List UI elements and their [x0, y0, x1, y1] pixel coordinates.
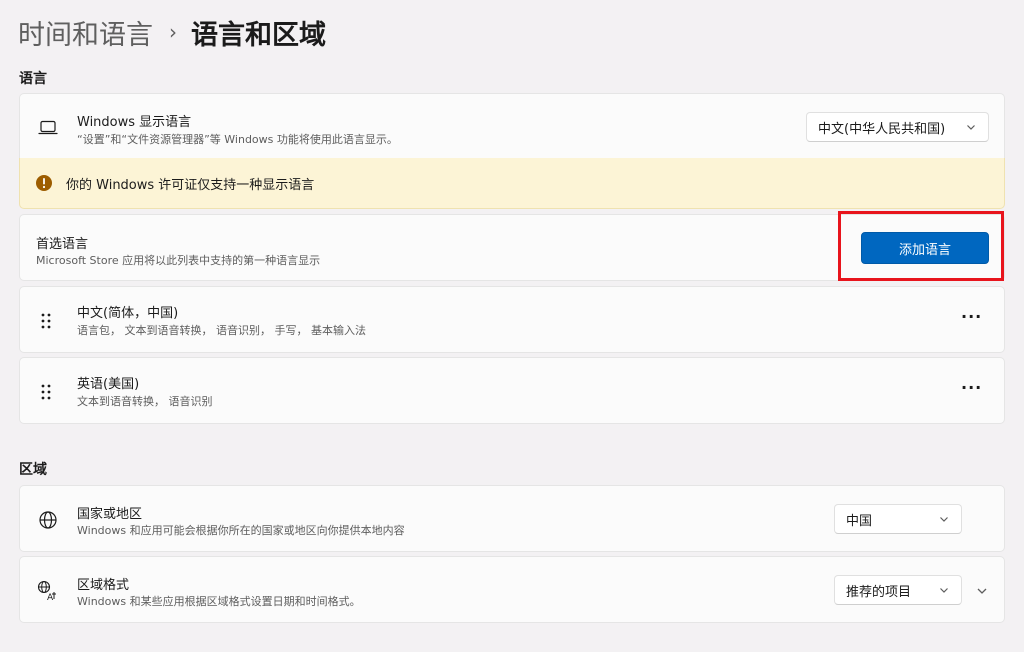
country-subtitle: Windows 和应用可能会根据你所在的国家或地区向你提供本地内容: [77, 524, 405, 537]
warning-icon: [36, 175, 52, 191]
chevron-down-icon: [967, 125, 975, 130]
laptop-icon: [38, 120, 58, 135]
language-item-en-us[interactable]: 英语(美国) 文本到语音转换， 语音识别 ···: [19, 357, 1005, 424]
display-language-value: 中文(中华人民共和国): [818, 121, 946, 137]
language-features: 语言包， 文本到语音转换， 语音识别， 手写， 基本输入法: [77, 324, 366, 337]
display-language-title: Windows 显示语言: [77, 115, 192, 130]
chevron-down-icon: [940, 588, 948, 593]
highlight-box: [838, 211, 1004, 281]
expand-chevron-icon[interactable]: [976, 585, 988, 597]
language-name: 中文(简体，中国): [77, 306, 179, 321]
language-item-zh-cn[interactable]: 中文(简体，中国) 语言包， 文本到语音转换， 语音识别， 手写， 基本输入法 …: [19, 286, 1005, 353]
section-title-region: 区域: [19, 462, 47, 478]
display-language-subtitle: “设置”和“文件资源管理器”等 Windows 功能将使用此语言显示。: [77, 133, 398, 146]
language-name: 英语(美国): [77, 377, 140, 392]
preferred-languages-subtitle: Microsoft Store 应用将以此列表中支持的第一种语言显示: [36, 254, 321, 267]
language-features: 文本到语音转换， 语音识别: [77, 395, 213, 408]
globe-icon: [39, 511, 57, 529]
section-title-language: 语言: [19, 71, 47, 87]
display-language-dropdown[interactable]: 中文(中华人民共和国): [806, 112, 989, 142]
breadcrumb-separator-icon: ›: [169, 20, 177, 44]
country-value: 中国: [846, 513, 873, 529]
regional-format-subtitle: Windows 和某些应用根据区域格式设置日期和时间格式。: [77, 595, 361, 608]
country-dropdown[interactable]: 中国: [834, 504, 962, 534]
display-language-card: Windows 显示语言 “设置”和“文件资源管理器”等 Windows 功能将…: [19, 93, 1005, 159]
license-warning-text: 你的 Windows 许可证仅支持一种显示语言: [66, 178, 315, 193]
country-card: 国家或地区 Windows 和应用可能会根据你所在的国家或地区向你提供本地内容 …: [19, 485, 1005, 552]
drag-handle-icon[interactable]: [40, 383, 52, 401]
preferred-languages-title: 首选语言: [36, 237, 89, 252]
license-warning-bar: 你的 Windows 许可证仅支持一种显示语言: [19, 158, 1005, 209]
country-title: 国家或地区: [77, 507, 143, 522]
page-title: 语言和区域: [191, 19, 326, 51]
region-format-icon: A: [37, 580, 56, 602]
drag-handle-icon[interactable]: [40, 312, 52, 330]
more-options-icon[interactable]: ···: [961, 378, 982, 397]
chevron-down-icon: [940, 517, 948, 522]
regional-format-title: 区域格式: [77, 578, 130, 593]
breadcrumb: 时间和语言 › 语言和区域: [18, 12, 326, 52]
breadcrumb-parent-link[interactable]: 时间和语言: [18, 13, 153, 52]
more-options-icon[interactable]: ···: [961, 307, 982, 326]
regional-format-dropdown[interactable]: 推荐的项目: [834, 575, 962, 605]
regional-format-value: 推荐的项目: [846, 584, 912, 600]
regional-format-card[interactable]: A 区域格式 Windows 和某些应用根据区域格式设置日期和时间格式。 推荐的…: [19, 556, 1005, 623]
